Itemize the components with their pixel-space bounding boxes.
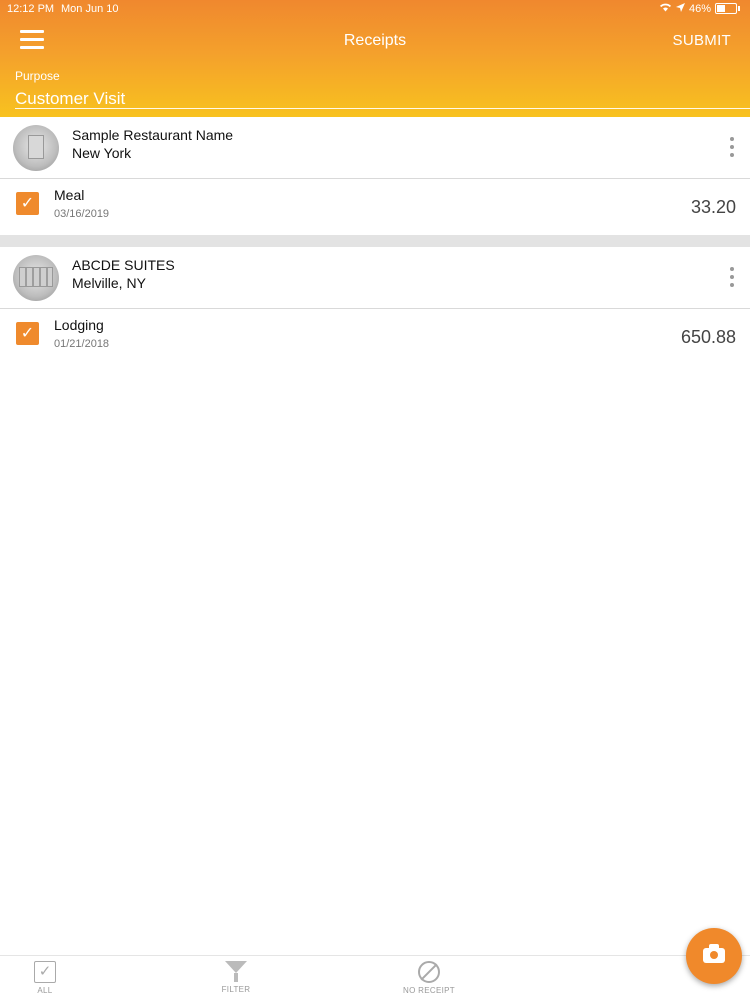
filter-icon	[210, 961, 262, 982]
status-date: Mon Jun 10	[61, 3, 119, 15]
submit-button[interactable]: SUBMIT	[673, 32, 731, 49]
location-arrow-icon	[675, 2, 685, 15]
tab-label: ALL	[37, 986, 53, 995]
wifi-icon	[659, 2, 672, 15]
page-title: Receipts	[343, 32, 407, 49]
purpose-label: Purpose	[15, 69, 60, 83]
camera-icon	[703, 944, 725, 963]
status-indicators: 46%	[659, 2, 740, 15]
expense-amount: 650.88	[680, 327, 736, 347]
camera-button[interactable]	[686, 928, 742, 984]
merchant-row[interactable]: Sample Restaurant Name New York	[0, 117, 750, 179]
tab-all[interactable]: ✓ ALL	[24, 961, 66, 995]
expense-category: Meal	[54, 187, 85, 203]
status-time: 12:12 PM	[7, 3, 55, 15]
tab-label: NO RECEIPT	[403, 986, 455, 995]
merchant-location: Melville, NY	[72, 275, 146, 291]
more-options-icon[interactable]	[728, 137, 736, 159]
app-header: 12:12 PM Mon Jun 10 46% Receipts SUBMIT …	[0, 0, 750, 117]
battery-icon	[715, 3, 737, 14]
receipt-group: Sample Restaurant Name New York ✓ Meal 0…	[0, 117, 750, 235]
battery-tip	[738, 6, 740, 11]
tab-filter[interactable]: FILTER	[210, 961, 262, 994]
expense-amount: 33.20	[690, 197, 736, 217]
bottom-toolbar: ✓ ALL FILTER NO RECEIPT	[0, 955, 750, 1000]
tab-label: FILTER	[221, 985, 251, 994]
expense-date: 01/21/2018	[54, 338, 110, 350]
tab-no-receipt[interactable]: NO RECEIPT	[396, 961, 462, 995]
expense-date: 03/16/2019	[54, 208, 110, 220]
merchant-name: ABCDE SUITES	[72, 257, 175, 273]
group-divider	[0, 235, 750, 247]
more-options-icon[interactable]	[728, 267, 736, 289]
merchant-row[interactable]: ABCDE SUITES Melville, NY	[0, 247, 750, 309]
purpose-field[interactable]: Customer Visit	[15, 89, 125, 109]
expense-row[interactable]: ✓ Lodging 01/21/2018 650.88	[0, 309, 750, 365]
receipt-group: ABCDE SUITES Melville, NY ✓ Lodging 01/2…	[0, 247, 750, 365]
prohibited-icon	[418, 961, 440, 983]
checkbox-checked[interactable]: ✓	[16, 192, 39, 215]
checkbox-icon: ✓	[34, 961, 56, 983]
merchant-location: New York	[72, 145, 132, 161]
merchant-thumbnail[interactable]	[13, 125, 59, 171]
expense-category: Lodging	[54, 317, 104, 333]
merchant-thumbnail[interactable]	[13, 255, 59, 301]
purpose-underline	[15, 108, 750, 109]
status-bar: 12:12 PM Mon Jun 10 46%	[0, 0, 750, 18]
battery-percent: 46%	[688, 2, 711, 15]
expense-row[interactable]: ✓ Meal 03/16/2019 33.20	[0, 179, 750, 235]
merchant-name: Sample Restaurant Name	[72, 127, 234, 143]
checkbox-checked[interactable]: ✓	[16, 322, 39, 345]
